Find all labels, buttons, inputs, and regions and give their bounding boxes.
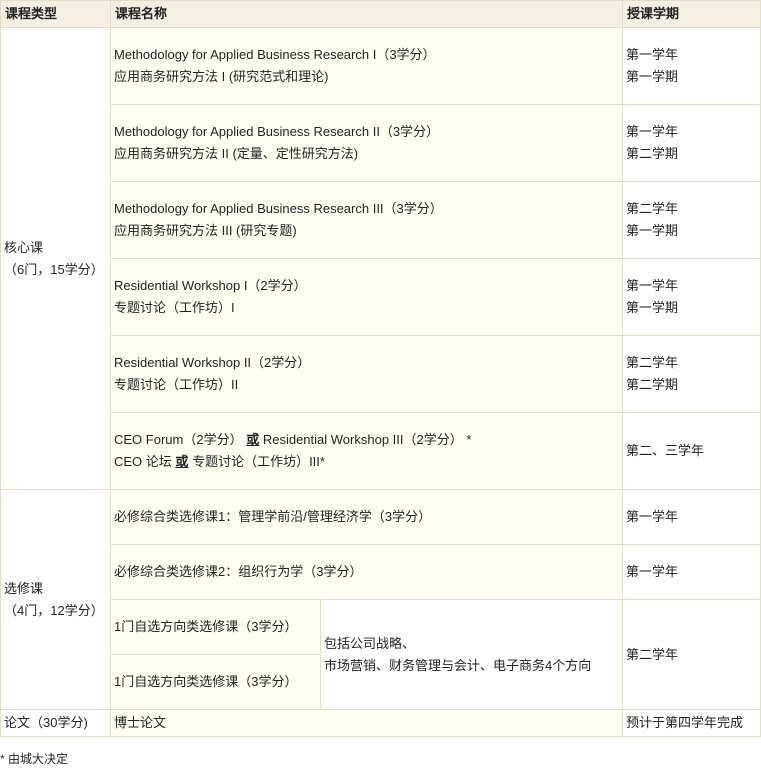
table-row: 必修综合类选修课2：组织行为学（3学分） 第一学年 xyxy=(1,544,761,600)
core-course-group: 核心课 （6门，15学分） xyxy=(0,27,111,490)
table-row: Methodology for Applied Business Researc… xyxy=(1,181,761,259)
term-year: 第一学年 xyxy=(626,124,679,139)
term-year: 第二、三学年 xyxy=(626,443,705,458)
header-row: 课程类型 课程名称 授课学期 xyxy=(0,0,761,28)
table-row: 选修课 （4门，12学分） 必修综合类选修课1：管理学前沿/管理经济学（3学分）… xyxy=(0,489,761,710)
term-cell: 第一学年 第二学期 xyxy=(622,104,761,182)
course-name: 必修综合类选修课2：组织行为学（3学分） xyxy=(114,564,363,579)
table-row: 核心课 （6门，15学分） Methodology for Applied Bu… xyxy=(0,27,761,490)
course-name: 1门自选方向类选修课（3学分） xyxy=(114,619,298,634)
or-connector: 或 xyxy=(175,454,189,469)
table-row: Methodology for Applied Business Researc… xyxy=(1,104,761,182)
course-name-zh: 应用商务研究方法 III (研究专题) xyxy=(114,223,297,238)
term-year: 第一学年 xyxy=(626,47,679,62)
course-name-zh: 应用商务研究方法 I (研究范式和理论) xyxy=(114,69,329,84)
term-cell: 预计于第四学年完成 xyxy=(622,709,761,737)
curriculum-table: 课程类型 课程名称 授课学期 核心课 （6门，15学分） Methodology… xyxy=(0,0,761,737)
direction-note-cell: 包括公司战略、 市场营销、财务管理与会计、电子商务4个方向 xyxy=(319,599,624,710)
term-semester: 第二学期 xyxy=(626,146,679,161)
course-name-en: Methodology for Applied Business Researc… xyxy=(114,124,440,139)
course-name-en: CEO Forum（2学分） 或 Residential Workshop II… xyxy=(114,429,622,451)
term-cell: 第一学年 第一学期 xyxy=(622,27,761,105)
course-name-cell: 必修综合类选修课2：组织行为学（3学分） xyxy=(109,544,624,600)
term-cell: 第二学年 第二学期 xyxy=(622,335,761,413)
course-name-en: Methodology for Applied Business Researc… xyxy=(114,201,443,216)
course-name-zh: CEO 论坛 或 专题讨论（工作坊）III* xyxy=(114,451,622,473)
course-name: 1门自选方向类选修课（3学分） xyxy=(114,674,298,689)
direction-note-line: 市场营销、财务管理与会计、电子商务4个方向 xyxy=(324,657,592,673)
course-name-zh: 专题讨论（工作坊）I xyxy=(114,300,235,315)
term-cell: 第一学年 xyxy=(622,489,761,545)
course-name-cell: 1门自选方向类选修课（3学分） xyxy=(110,654,321,710)
group-title: 核心课 xyxy=(4,239,44,255)
header-term: 授课学期 xyxy=(622,0,761,28)
group-credits: （4门，12学分） xyxy=(4,602,104,618)
course-name-cell: Methodology for Applied Business Researc… xyxy=(109,27,624,105)
course-name-cell: 1门自选方向类选修课（3学分） xyxy=(110,599,321,655)
ceo-forum-label-zh: CEO 论坛 xyxy=(114,454,172,469)
term-year: 第一学年 xyxy=(626,509,679,524)
table-row: 1门自选方向类选修课（3学分） 包括公司战略、 市场营销、财务管理与会计、电子商… xyxy=(1,599,761,710)
group-title: 论文（30学分) xyxy=(4,715,88,730)
workshop-iii-label: Residential Workshop III（2学分） * xyxy=(262,432,472,447)
course-name: 必修综合类选修课1：管理学前沿/管理经济学（3学分） xyxy=(114,509,432,524)
term-year: 第一学年 xyxy=(626,278,679,293)
course-name-cell: 必修综合类选修课1：管理学前沿/管理经济学（3学分） xyxy=(109,489,624,545)
course-name-en: Residential Workshop II（2学分） xyxy=(114,355,311,370)
term-year: 第二学年 xyxy=(626,646,679,662)
course-name-zh: 专题讨论（工作坊）II xyxy=(114,377,239,392)
group-title: 选修课 xyxy=(4,580,44,596)
course-name-zh: 应用商务研究方法 II (定量、定性研究方法) xyxy=(114,146,359,161)
term-year: 第一学年 xyxy=(626,564,679,579)
term-cell: 第二学年 第一学期 xyxy=(622,181,761,259)
group-credits: （6门，15学分） xyxy=(4,261,104,277)
table-row: CEO Forum（2学分） 或 Residential Workshop II… xyxy=(1,412,761,490)
term-year: 第二学年 xyxy=(626,355,679,370)
header-course-type: 课程类型 xyxy=(0,0,111,28)
elective-course-group: 选修课 （4门，12学分） xyxy=(0,489,111,710)
course-name-en: Methodology for Applied Business Researc… xyxy=(114,47,436,62)
course-name-cell: CEO Forum（2学分） 或 Residential Workshop II… xyxy=(109,412,624,490)
term-cell: 第二学年 xyxy=(622,599,761,710)
table-row: Residential Workshop II（2学分） 专题讨论（工作坊）II… xyxy=(1,335,761,413)
term-cell: 第二、三学年 xyxy=(622,412,761,490)
term-semester: 第一学期 xyxy=(626,300,679,315)
term-year: 预计于第四学年完成 xyxy=(626,715,744,730)
direction-note-line: 包括公司战略、 xyxy=(324,635,416,651)
term-semester: 第一学期 xyxy=(626,223,679,238)
course-name-cell: Methodology for Applied Business Researc… xyxy=(109,181,624,259)
or-connector: 或 xyxy=(246,432,260,447)
course-name-cell: 博士论文 xyxy=(109,709,624,737)
workshop-iii-label-zh: 专题讨论（工作坊）III* xyxy=(192,454,325,469)
term-cell: 第一学年 第一学期 xyxy=(622,258,761,336)
footnote: * 由城大决定 xyxy=(0,752,69,766)
course-name-cell: Residential Workshop I（2学分） 专题讨论（工作坊）I xyxy=(109,258,624,336)
table-row: 论文（30学分) 博士论文 预计于第四学年完成 xyxy=(0,709,761,737)
table-row: Residential Workshop I（2学分） 专题讨论（工作坊）I 第… xyxy=(1,258,761,336)
thesis-group: 论文（30学分) xyxy=(0,709,111,737)
term-cell: 第一学年 xyxy=(622,544,761,600)
curriculum-page: 课程类型 课程名称 授课学期 核心课 （6门，15学分） Methodology… xyxy=(0,0,761,776)
course-name-cell: Residential Workshop II（2学分） 专题讨论（工作坊）II xyxy=(109,335,624,413)
course-name-cell: Methodology for Applied Business Researc… xyxy=(109,104,624,182)
header-course-name: 课程名称 xyxy=(109,0,624,28)
ceo-forum-label: CEO Forum（2学分） xyxy=(114,432,243,447)
term-semester: 第一学期 xyxy=(626,69,679,84)
term-year: 第二学年 xyxy=(626,201,679,216)
course-name-en: Residential Workshop I（2学分） xyxy=(114,278,307,293)
course-name: 博士论文 xyxy=(114,715,167,730)
term-semester: 第二学期 xyxy=(626,377,679,392)
